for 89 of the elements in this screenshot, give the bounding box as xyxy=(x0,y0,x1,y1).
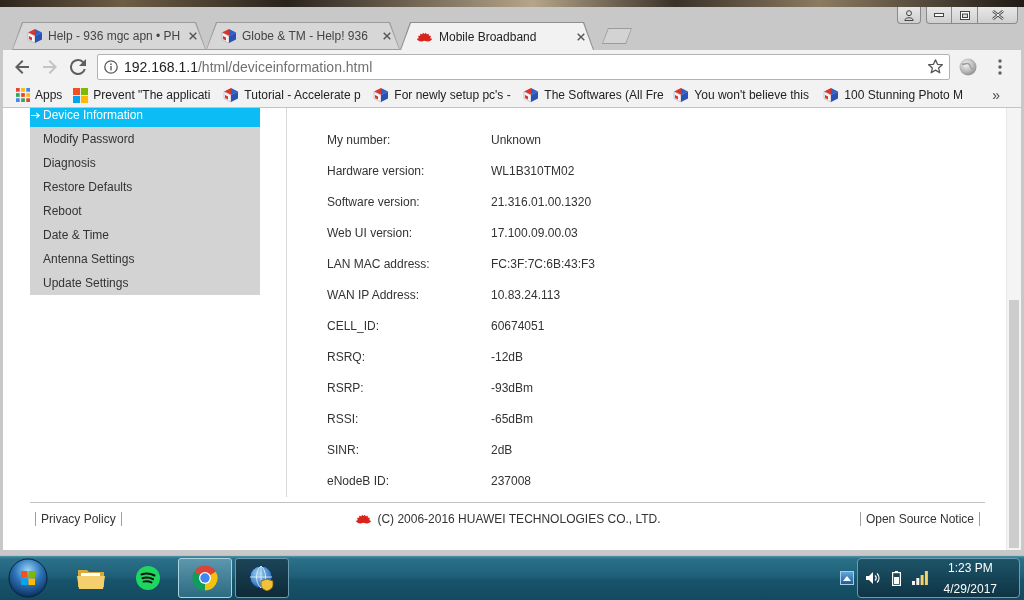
info-value: 10.83.24.113 xyxy=(491,287,561,302)
taskbar-app-button[interactable] xyxy=(235,558,289,598)
bookmark[interactable]: 100 Stunning Photo M xyxy=(821,84,972,106)
more-bookmarks-button[interactable]: » xyxy=(990,87,1002,103)
apps-button[interactable]: Apps xyxy=(14,84,65,106)
menu-item[interactable]: Antenna Settings xyxy=(30,247,260,271)
close-icon[interactable] xyxy=(383,32,391,40)
copyright-text: (C) 2006-2016 HUAWEI TECHNOLOGIES CO., LTD. xyxy=(377,512,661,526)
arrow-icon xyxy=(31,111,40,119)
show-hidden-icons-button[interactable] xyxy=(840,571,854,585)
menu-item[interactable]: Restore Defaults xyxy=(30,175,260,199)
menu-item[interactable]: Reboot xyxy=(30,199,260,223)
signal-icon[interactable] xyxy=(912,571,928,585)
globe-shield-icon xyxy=(249,565,275,591)
info-label: SINR: xyxy=(327,442,360,457)
browser-tab[interactable]: Mobile Broadband xyxy=(400,22,594,50)
cube-icon xyxy=(27,28,43,44)
browser-logo-icon xyxy=(192,565,218,591)
bookmark[interactable]: The Softwares (All Fre xyxy=(521,84,672,106)
bookmark[interactable]: Tutorial - Accelerate p xyxy=(221,84,372,106)
info-label: My number: xyxy=(327,132,392,147)
minimize-button[interactable] xyxy=(926,7,952,24)
bookmark[interactable]: For newly setup pc's - xyxy=(371,84,522,106)
maximize-icon xyxy=(959,10,970,20)
cube-icon xyxy=(523,87,540,103)
profile-button[interactable] xyxy=(897,7,921,24)
bookmark[interactable]: You won't believe this xyxy=(671,84,822,106)
menu-item[interactable]: Diagnosis xyxy=(30,151,260,175)
info-label: Hardware version: xyxy=(327,163,426,178)
cube-icon xyxy=(221,28,237,44)
info-value: Unknown xyxy=(491,132,542,147)
cube-icon xyxy=(223,87,240,103)
clock-date: 4/29/2017 xyxy=(943,581,997,596)
info-label: LAN MAC address: xyxy=(327,256,431,271)
person-icon xyxy=(904,9,914,21)
info-value: -93dBm xyxy=(491,380,534,395)
browser-tab[interactable]: Globe & TM - Help! 936 xyxy=(206,22,400,50)
folder-icon xyxy=(77,567,105,589)
clock-time: 1:23 PM xyxy=(946,560,994,575)
info-value: 2dB xyxy=(491,442,513,457)
reload-icon[interactable] xyxy=(70,58,86,75)
info-value: 237008 xyxy=(491,473,532,488)
info-label: CELL_ID: xyxy=(327,318,381,333)
close-icon[interactable] xyxy=(189,32,197,40)
minimize-icon xyxy=(934,13,944,17)
info-label: Web UI version: xyxy=(327,225,414,240)
close-icon[interactable] xyxy=(577,32,585,41)
close-button[interactable] xyxy=(978,7,1018,24)
info-label: WAN IP Address: xyxy=(327,287,421,302)
cube-icon xyxy=(823,87,840,103)
menu-item[interactable]: Modify Password xyxy=(30,127,260,151)
sound-wave-logo-icon xyxy=(136,566,160,590)
volume-icon[interactable] xyxy=(865,571,881,585)
menu-icon[interactable] xyxy=(998,58,1002,75)
scrollbar-track[interactable] xyxy=(1006,108,1021,550)
info-value: 60674051 xyxy=(491,318,545,333)
back-icon[interactable] xyxy=(14,58,30,75)
browser-tab[interactable]: Help - 936 mgc apn • PH xyxy=(12,22,206,50)
cube-icon xyxy=(373,87,390,103)
caret-icon xyxy=(843,575,851,581)
privacy-policy-link[interactable]: Privacy Policy xyxy=(35,512,122,526)
petals-icon xyxy=(415,31,434,42)
info-value: 21.316.01.00.1320 xyxy=(491,194,592,209)
info-label: RSRQ: xyxy=(327,349,366,364)
info-label: eNodeB ID: xyxy=(327,473,391,488)
menu-item[interactable]: Date & Time xyxy=(30,223,260,247)
info-value: -12dB xyxy=(491,349,524,364)
info-icon[interactable] xyxy=(104,59,118,74)
start-button[interactable] xyxy=(8,558,48,598)
info-label: Software version: xyxy=(327,194,421,209)
info-value: WL1B310TM02 xyxy=(491,163,575,178)
apps-grid-icon xyxy=(16,88,30,102)
petals-logo-icon xyxy=(354,514,374,524)
four-squares-icon xyxy=(73,87,89,103)
scrollbar-thumb[interactable] xyxy=(1009,300,1019,548)
info-value: FC:3F:7C:6B:43:F3 xyxy=(491,256,596,271)
maximize-button[interactable] xyxy=(952,7,978,24)
battery-icon[interactable] xyxy=(892,570,901,586)
info-value: -65dBm xyxy=(491,411,534,426)
menu-item[interactable]: Update Settings xyxy=(30,271,260,295)
bookmark[interactable]: Prevent "The applicati xyxy=(71,84,222,106)
address-field[interactable]: 192.168.1.1/html/deviceinformation.html xyxy=(97,53,950,80)
info-label: RSRP: xyxy=(327,380,365,395)
close-icon xyxy=(991,10,1004,20)
open-source-notice-link[interactable]: Open Source Notice xyxy=(859,512,980,526)
cube-icon xyxy=(673,87,690,103)
star-icon[interactable] xyxy=(928,59,943,74)
info-label: RSSI: xyxy=(327,411,360,426)
info-value: 17.100.09.00.03 xyxy=(491,225,578,240)
